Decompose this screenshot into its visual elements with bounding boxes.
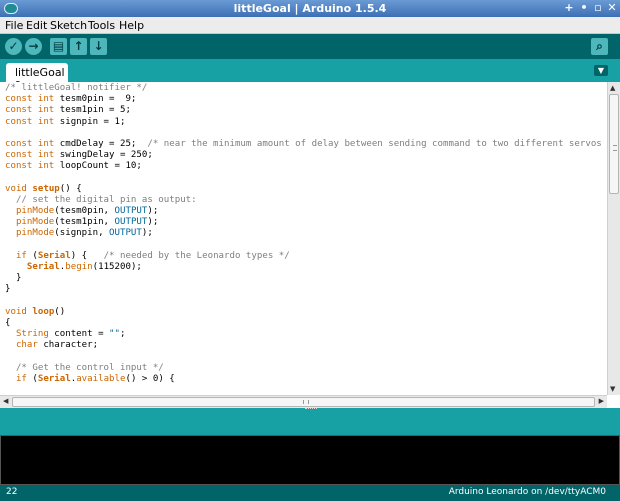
- code-text: /* littleGoal! notifier */const int tesm…: [5, 83, 607, 395]
- code-line: const int loopCount = 10;: [5, 161, 142, 172]
- code-line: const int tesm0pin = 9;: [5, 94, 137, 105]
- scroll-down-icon[interactable]: ▼: [610, 385, 615, 393]
- menu-edit[interactable]: Edit: [26, 19, 47, 32]
- scroll-right-icon[interactable]: ▶: [599, 397, 604, 405]
- board-port-label: Arduino Leonardo on /dev/ttyACM0: [448, 487, 606, 497]
- menu-tools[interactable]: Tools: [88, 19, 115, 32]
- menu-file[interactable]: File: [5, 19, 23, 32]
- menu-sketch[interactable]: Sketch: [50, 19, 87, 32]
- horizontal-scroll-thumb[interactable]: [12, 397, 595, 407]
- window-title: littleGoal | Arduino 1.5.4: [233, 2, 387, 15]
- menu-bar: File Edit Sketch Tools Help: [0, 17, 620, 34]
- split-handle[interactable]: [305, 408, 317, 411]
- maximize-icon[interactable]: ▫: [591, 1, 605, 15]
- code-line: void loop(): [5, 306, 66, 317]
- horizontal-scrollbar[interactable]: ◀ ▶: [0, 395, 607, 408]
- console-divider[interactable]: [0, 408, 620, 435]
- close-icon[interactable]: ✕: [605, 1, 619, 15]
- menu-help[interactable]: Help: [119, 19, 144, 32]
- code-line: }: [5, 284, 11, 295]
- title-bar: littleGoal | Arduino 1.5.4 + • ▫ ✕: [0, 0, 620, 17]
- verify-button[interactable]: ✓: [5, 38, 22, 55]
- code-line: /* littleGoal! notifier */: [5, 83, 148, 93]
- sticky-icon[interactable]: +: [562, 1, 576, 15]
- code-editor[interactable]: /* littleGoal! notifier */const int tesm…: [0, 82, 607, 395]
- code-line: if (Serial) { /* needed by the Leonardo …: [15, 250, 290, 261]
- code-line: const int swingDelay = 250;: [5, 150, 153, 161]
- code-line: if (Serial.available() > 0) {: [15, 373, 175, 384]
- minimize-icon[interactable]: •: [577, 1, 591, 15]
- vertical-scrollbar[interactable]: ▲ ▼: [607, 82, 620, 395]
- code-line: pinMode(tesm0pin, OUTPUT);: [15, 206, 159, 217]
- open-button[interactable]: ↑: [70, 38, 87, 55]
- code-line: /* Get the control input */: [5, 362, 164, 373]
- code-line: pinMode(tesm1pin, OUTPUT);: [15, 217, 159, 228]
- scroll-up-icon[interactable]: ▲: [610, 84, 615, 92]
- new-button[interactable]: ▤: [50, 38, 67, 55]
- upload-button[interactable]: →: [25, 38, 42, 55]
- save-button[interactable]: ↓: [90, 38, 107, 55]
- console-output: [0, 435, 620, 485]
- tab-menu-chevron-down-icon[interactable]: ▼: [594, 65, 608, 76]
- code-line: {: [5, 317, 11, 328]
- status-bar: 22 Arduino Leonardo on /dev/ttyACM0: [0, 485, 620, 501]
- line-number: 22: [6, 487, 18, 497]
- code-line: const int tesm1pin = 5;: [5, 105, 131, 116]
- code-line: void setup() {: [5, 183, 82, 194]
- code-line: pinMode(signpin, OUTPUT);: [15, 228, 153, 239]
- toolbar: ✓ → ▤ ↑ ↓ ⌕: [0, 34, 620, 59]
- code-line: }: [5, 273, 22, 284]
- code-line: char character;: [15, 340, 99, 351]
- vertical-scroll-thumb[interactable]: [609, 94, 619, 194]
- scroll-left-icon[interactable]: ◀: [3, 397, 8, 405]
- code-line: Serial.begin(115200);: [26, 262, 142, 272]
- code-line: const int signpin = 1;: [5, 116, 126, 127]
- code-line: // set the digital pin as output:: [5, 194, 197, 205]
- tab-bar: littleGoal § ▼: [0, 59, 620, 92]
- code-line: const int cmdDelay = 25; /* near the min…: [5, 138, 607, 149]
- code-line: String content = "";: [15, 329, 126, 340]
- tab-littlegoal[interactable]: littleGoal §: [6, 63, 68, 92]
- serial-monitor-button[interactable]: ⌕: [591, 38, 608, 55]
